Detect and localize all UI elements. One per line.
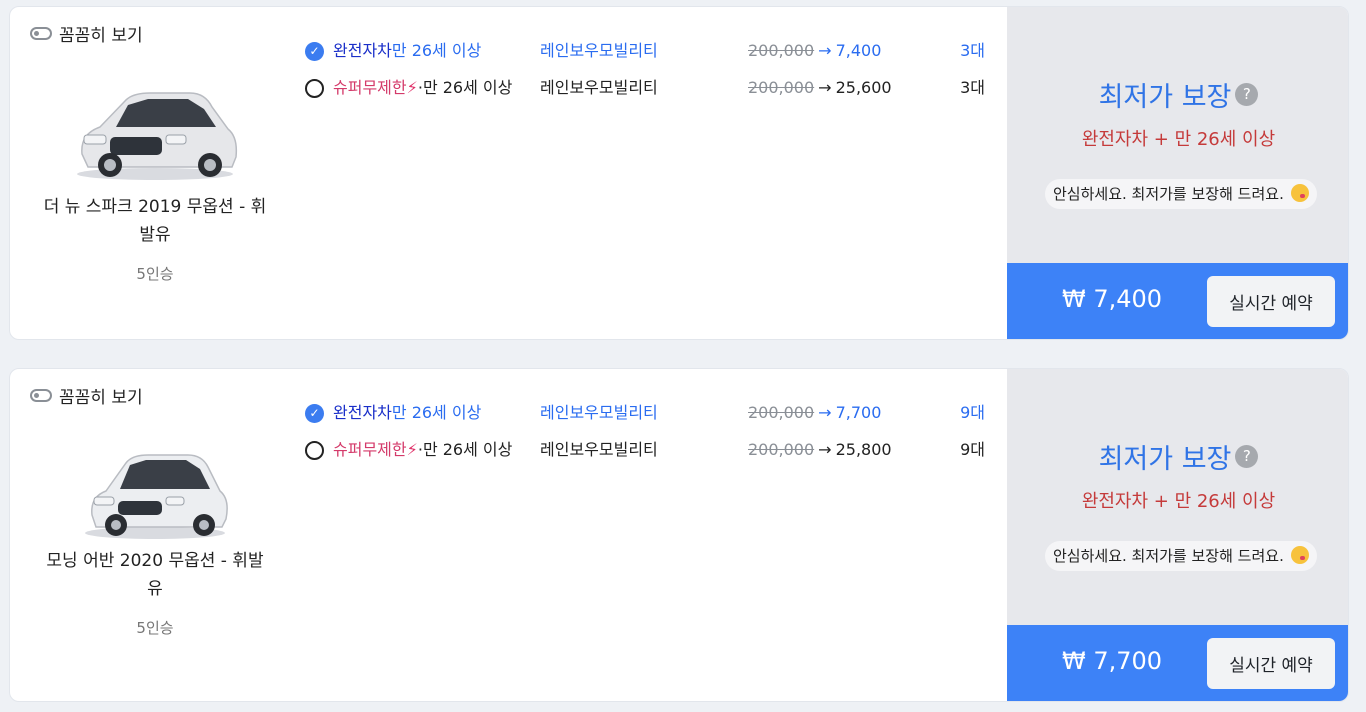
guarantee-subtitle: 완전자차 + 만 26세 이상 (1081, 129, 1276, 150)
price: 200,000 → 25,600 (748, 74, 892, 102)
insurance-type: 슈퍼무제한 (333, 440, 407, 459)
age-requirement: 만 26세 이상 (391, 41, 482, 60)
detail-toggle[interactable]: 꼼꼼히 보기 (30, 383, 143, 408)
discount-price: 7,400 (835, 41, 882, 60)
detail-toggle-label: 꼼꼼히 보기 (59, 388, 143, 408)
toggle-icon[interactable] (30, 389, 52, 402)
original-price: 200,000 (748, 440, 815, 459)
guarantee-title: 최저가 보장 ? (1007, 437, 1348, 476)
arrow-right-icon: → (818, 440, 832, 459)
available-count: 9대 (960, 403, 985, 422)
realtime-booking-button[interactable]: 실시간 예약 (1207, 638, 1335, 689)
pay-bar: ₩ 7,400 실시간 예약 (1007, 263, 1348, 339)
reassure-badge: 안심하세요. 최저가를 보장해 드려요. (1045, 541, 1317, 571)
pay-bar: ₩ 7,700 실시간 예약 (1007, 625, 1348, 701)
check-icon[interactable]: ✓ (305, 404, 324, 423)
radio-icon[interactable] (305, 441, 324, 460)
insurance-type: 완전자차 (333, 41, 392, 60)
guarantee-subtitle: 완전자차 + 만 26세 이상 (1081, 491, 1276, 512)
insurance-type: 슈퍼무제한 (333, 78, 407, 97)
option-row[interactable]: 슈퍼무제한⚡·만 26세 이상 레인보우모빌리티 200,000 → 25,800 … (305, 436, 995, 464)
price-guarantee-panel: 최저가 보장 ? 완전자차 + 만 26세 이상 안심하세요. 최저가를 보장해… (1007, 7, 1348, 339)
company-name: 레인보우모빌리티 (540, 440, 658, 459)
reassure-badge: 안심하세요. 최저가를 보장해 드려요. (1045, 179, 1317, 209)
arrow-right-icon: → (818, 78, 832, 97)
available-count: 3대 (960, 78, 985, 97)
help-icon[interactable]: ? (1235, 83, 1259, 106)
price-guarantee-panel: 최저가 보장 ? 완전자차 + 만 26세 이상 안심하세요. 최저가를 보장해… (1007, 369, 1348, 701)
insurance-type: 완전자차 (333, 403, 392, 422)
company-name: 레인보우모빌리티 (540, 403, 658, 422)
discount-price: 7,700 (835, 403, 882, 422)
lightning-icon: ⚡ (406, 440, 418, 459)
car-name: 더 뉴 스파크 2019 무옵션 - 휘발유 (43, 197, 267, 245)
insurance-label: 슈퍼무제한⚡·만 26세 이상 (333, 440, 513, 459)
kissing-face-icon (1290, 546, 1309, 564)
insurance-label: 완전자차만 26세 이상 (333, 399, 481, 427)
option-row[interactable]: 슈퍼무제한⚡·만 26세 이상 레인보우모빌리티 200,000 → 25,600 … (305, 74, 995, 102)
insurance-label: 완전자차만 26세 이상 (333, 37, 481, 65)
car-image (77, 92, 238, 180)
discount-price: 25,800 (835, 440, 892, 459)
age-requirement: 만 26세 이상 (391, 403, 482, 422)
arrow-right-icon: → (818, 41, 832, 60)
kissing-face-icon (1290, 184, 1309, 202)
car-seats: 5인승 (136, 619, 174, 637)
radio-icon[interactable] (305, 79, 324, 98)
age-requirement: 만 26세 이상 (422, 78, 513, 97)
insurance-label: 슈퍼무제한⚡·만 26세 이상 (333, 78, 513, 97)
original-price: 200,000 (748, 403, 815, 422)
age-requirement: 만 26세 이상 (422, 440, 513, 459)
detail-toggle[interactable]: 꼼꼼히 보기 (30, 21, 143, 46)
realtime-booking-button[interactable]: 실시간 예약 (1207, 276, 1335, 327)
price: 200,000 → 25,800 (748, 436, 892, 464)
car-card: 꼼꼼히 보기 더 뉴 스파크 2019 무옵션 - 휘발유 5인승 ✓ 완전자차… (9, 6, 1349, 340)
car-seats: 5인승 (136, 265, 174, 283)
available-count: 9대 (960, 440, 985, 459)
car-image (85, 454, 228, 539)
car-card: 꼼꼼히 보기 모닝 어반 2020 무옵션 - 휘발유 5인승 ✓ 완전자차만 … (9, 368, 1349, 702)
guarantee-title-text: 최저가 보장 (1098, 82, 1232, 113)
option-row[interactable]: ✓ 완전자차만 26세 이상 레인보우모빌리티 200,000 → 7,700 9대 (305, 399, 995, 427)
company-name: 레인보우모빌리티 (540, 78, 658, 97)
check-icon[interactable]: ✓ (305, 42, 324, 61)
price: 200,000 → 7,700 (748, 399, 881, 427)
guarantee-title: 최저가 보장 ? (1007, 75, 1348, 114)
total-price: ₩ 7,700 (1062, 647, 1163, 675)
price: 200,000 → 7,400 (748, 37, 881, 65)
available-count: 3대 (960, 41, 985, 60)
option-row[interactable]: ✓ 완전자차만 26세 이상 레인보우모빌리티 200,000 → 7,400 3대 (305, 37, 995, 65)
toggle-icon[interactable] (30, 27, 52, 40)
reassure-text: 안심하세요. 최저가를 보장해 드려요. (1053, 547, 1284, 565)
arrow-right-icon: → (818, 403, 832, 422)
total-price: ₩ 7,400 (1062, 285, 1163, 313)
company-name: 레인보우모빌리티 (540, 41, 658, 60)
discount-price: 25,600 (835, 78, 892, 97)
detail-toggle-label: 꼼꼼히 보기 (59, 26, 143, 46)
guarantee-title-text: 최저가 보장 (1098, 444, 1232, 475)
original-price: 200,000 (748, 78, 815, 97)
lightning-icon: ⚡ (406, 78, 418, 97)
car-name: 모닝 어반 2020 무옵션 - 휘발유 (46, 551, 264, 599)
reassure-text: 안심하세요. 최저가를 보장해 드려요. (1053, 185, 1284, 203)
original-price: 200,000 (748, 41, 815, 60)
help-icon[interactable]: ? (1235, 445, 1259, 468)
